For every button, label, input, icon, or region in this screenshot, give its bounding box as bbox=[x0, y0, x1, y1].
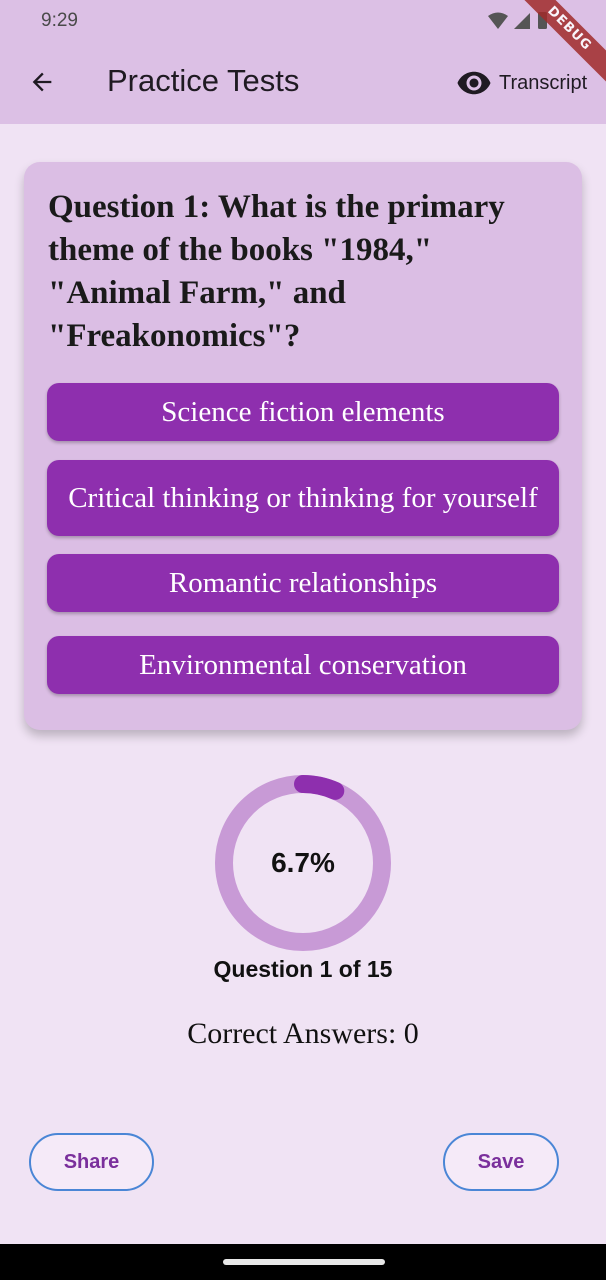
status-bar: 9:29 bbox=[0, 0, 606, 40]
answer-option-2[interactable]: Critical thinking or thinking for yourse… bbox=[47, 460, 559, 536]
home-indicator[interactable] bbox=[223, 1259, 385, 1265]
progress-percent: 6.7% bbox=[271, 847, 335, 878]
progress-ring: 6.7% bbox=[213, 773, 393, 953]
wifi-icon bbox=[488, 12, 508, 29]
transcript-button[interactable]: Transcript bbox=[456, 66, 587, 100]
share-button[interactable]: Share bbox=[29, 1133, 154, 1191]
answer-option-3[interactable]: Romantic relationships bbox=[47, 554, 559, 612]
status-time: 9:29 bbox=[41, 10, 78, 31]
question-card: Question 1: What is the primary theme of… bbox=[24, 162, 582, 730]
question-counter: Question 1 of 15 bbox=[213, 956, 393, 982]
transcript-label: Transcript bbox=[499, 71, 588, 94]
question-text: Question 1: What is the primary theme of… bbox=[48, 189, 505, 354]
system-nav-bar bbox=[0, 1244, 606, 1280]
answer-option-4[interactable]: Environmental conservation bbox=[47, 636, 559, 694]
back-button[interactable] bbox=[22, 60, 62, 104]
correct-answers: Correct Answers: 0 bbox=[187, 1017, 419, 1050]
answer-option-1[interactable]: Science fiction elements bbox=[47, 383, 559, 441]
app-bar: Practice Tests Transcript bbox=[0, 40, 606, 124]
signal-icon bbox=[514, 13, 530, 29]
arrow-left-icon bbox=[32, 72, 52, 92]
page-title: Practice Tests bbox=[107, 63, 300, 98]
eye-icon bbox=[457, 71, 491, 95]
save-button[interactable]: Save bbox=[443, 1133, 559, 1191]
